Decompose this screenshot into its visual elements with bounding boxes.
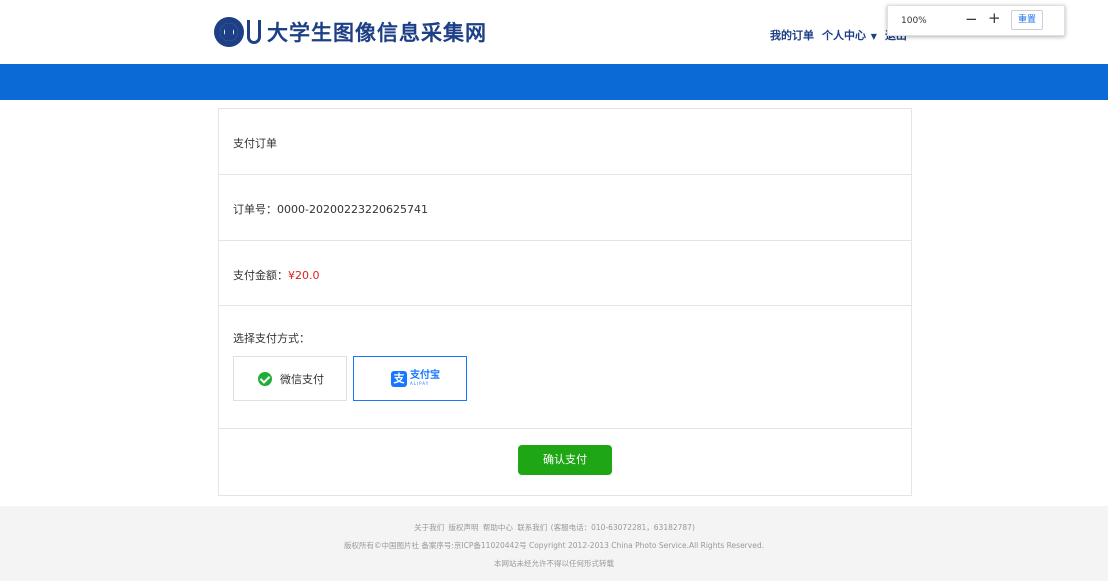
zoom-popup: 100% − + 重置: [887, 5, 1065, 36]
site-logo[interactable]: 大学生图像信息采集网: [214, 12, 487, 52]
footer-link-copyright[interactable]: 版权声明: [448, 523, 478, 532]
footer-copyright: 版权所有©中国图片社 备案序号:京ICP备11020442号 Copyright…: [344, 541, 764, 550]
payment-panel: 支付订单 订单号：0000-20200223220625741 支付金额：¥20…: [218, 108, 912, 496]
user-center-menu[interactable]: 个人中心 ▼: [822, 27, 877, 43]
order-number-label: 订单号：: [233, 203, 277, 216]
nav-band: [0, 64, 1108, 100]
payment-method-label: 选择支付方式：: [233, 332, 310, 345]
zoom-level: 100%: [901, 16, 927, 26]
order-number-value: 0000-20200223220625741: [277, 203, 428, 216]
footer-links: 关于我们 版权声明 帮助中心 联系我们 (客服电话：010-63072281，6…: [0, 522, 1108, 533]
order-number: 订单号：0000-20200223220625741: [233, 201, 428, 217]
confirm-pay-button[interactable]: 确认支付: [518, 445, 612, 475]
panel-title: 支付订单: [233, 137, 277, 150]
wechat-pay-label: 微信支付: [280, 372, 324, 386]
alipay-option[interactable]: 支 支付宝 ALIPAY: [353, 356, 467, 401]
footer-link-help[interactable]: 帮助中心: [483, 523, 513, 532]
zoom-reset-button[interactable]: 重置: [1011, 10, 1043, 30]
caret-down-icon: ▼: [868, 32, 877, 41]
footer-notice: 本网站未经允许不得以任何形式转载: [494, 559, 614, 568]
my-orders-link[interactable]: 我的订单: [770, 27, 814, 43]
alipay-icon: 支: [391, 370, 407, 387]
zoom-in-button[interactable]: +: [988, 9, 1001, 27]
alipay-label-en: ALIPAY: [410, 381, 430, 386]
user-center-label: 个人中心: [822, 29, 866, 42]
amount: 支付金额：¥20.0: [233, 267, 320, 283]
alipay-label: 支付宝 ALIPAY: [410, 371, 440, 386]
zoom-out-button[interactable]: −: [965, 10, 978, 28]
footer-link-contact[interactable]: 联系我们: [517, 523, 547, 532]
amount-label: 支付金额：: [233, 269, 288, 282]
wechat-pay-option[interactable]: 微信支付: [233, 356, 347, 401]
university-emblem-icon: [214, 17, 244, 47]
footer-hotline: (客服电话：010-63072281，63182787): [550, 523, 695, 532]
amount-row: 支付金额：¥20.0: [219, 241, 911, 306]
wechat-pay-icon: [258, 371, 272, 386]
panel-title-row: 支付订单: [219, 109, 911, 175]
logo-u-mark: [247, 20, 261, 44]
footer-link-about[interactable]: 关于我们: [414, 523, 444, 532]
amount-value: ¥20.0: [288, 269, 320, 282]
logo-text: 大学生图像信息采集网: [267, 20, 487, 45]
alipay-label-cn: 支付宝: [410, 370, 440, 381]
order-number-row: 订单号：0000-20200223220625741: [219, 175, 911, 241]
site-footer: 关于我们 版权声明 帮助中心 联系我们 (客服电话：010-63072281，6…: [0, 506, 1108, 581]
